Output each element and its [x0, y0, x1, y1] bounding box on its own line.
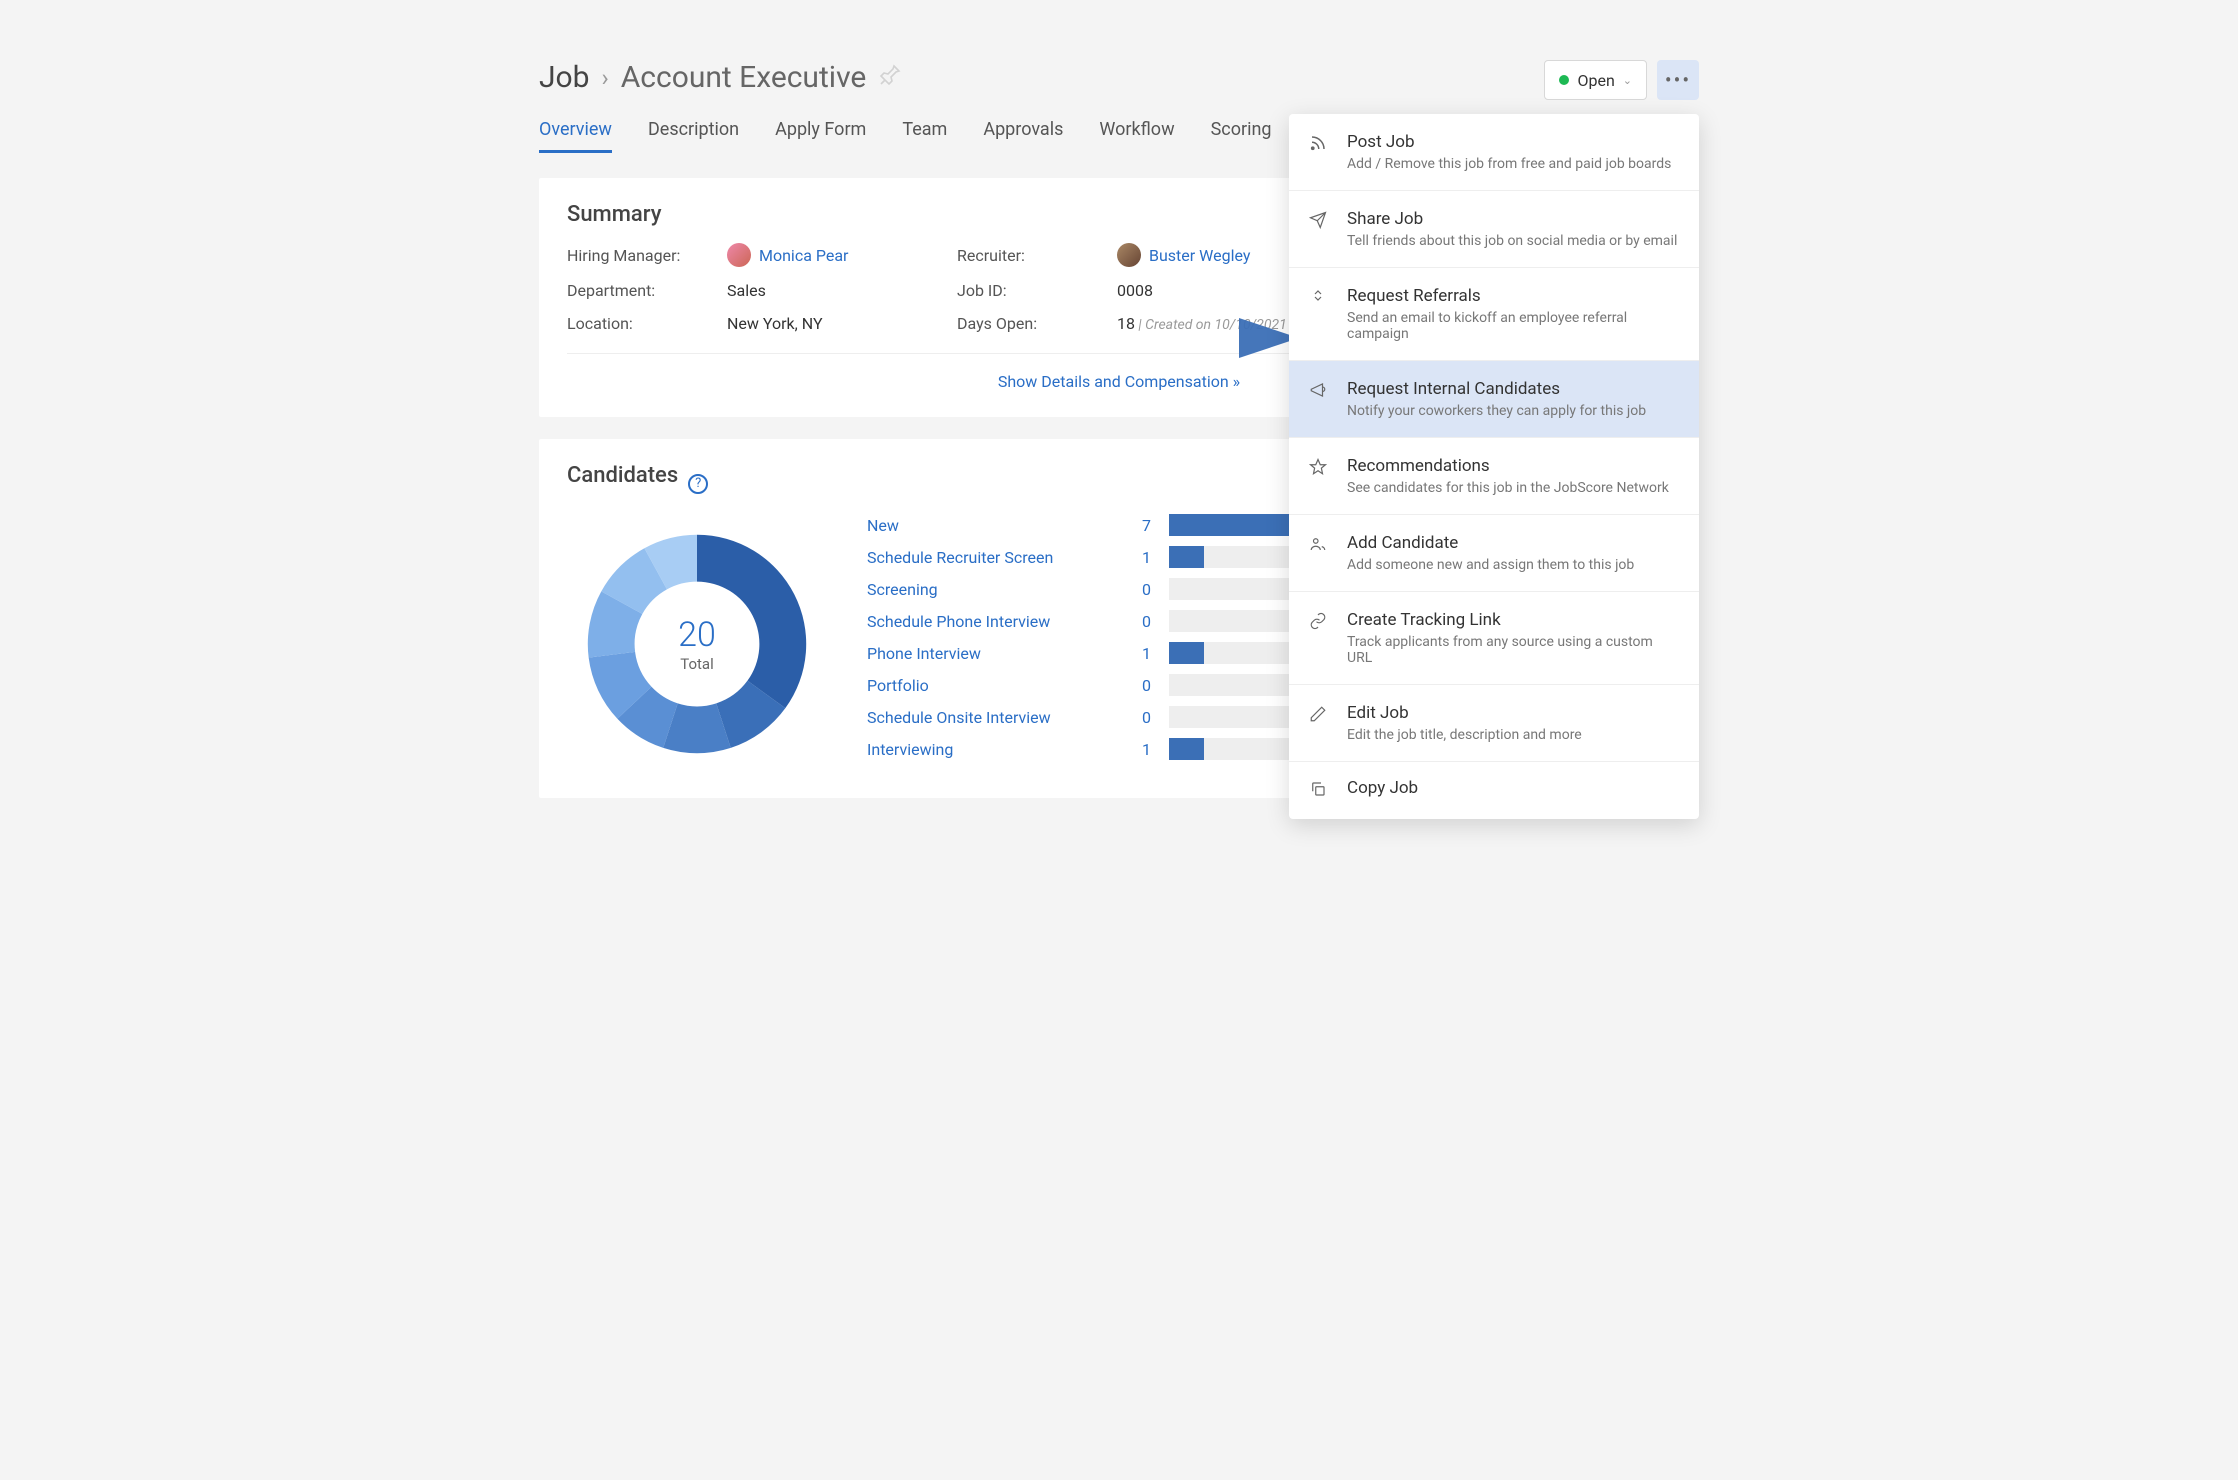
department-value: Sales [727, 281, 937, 300]
stage-count: 0 [1125, 708, 1151, 727]
status-dot-icon [1559, 75, 1569, 85]
link-icon [1309, 610, 1331, 666]
donut-total-label: Total [678, 655, 716, 673]
status-label: Open [1577, 71, 1614, 90]
menu-item-desc: Edit the job title, description and more [1347, 727, 1582, 743]
menu-item-desc: Add someone new and assign them to this … [1347, 557, 1634, 573]
menu-item-edit-job[interactable]: Edit Job Edit the job title, description … [1289, 685, 1699, 762]
stage-count: 7 [1125, 516, 1151, 535]
menu-item-desc: See candidates for this job in the JobSc… [1347, 480, 1669, 496]
tab-approvals[interactable]: Approvals [983, 113, 1063, 153]
megaphone-icon [1309, 379, 1331, 419]
menu-item-desc: Send an email to kickoff an employee ref… [1347, 310, 1679, 342]
breadcrumb: Job › Account Executive [539, 60, 1699, 95]
tab-apply-form[interactable]: Apply Form [775, 113, 866, 153]
stage-count: 1 [1125, 644, 1151, 663]
star-icon [1309, 456, 1331, 496]
menu-item-copy-job[interactable]: Copy Job [1289, 762, 1699, 819]
menu-item-recommendations[interactable]: Recommendations See candidates for this j… [1289, 438, 1699, 515]
menu-item-add-candidate[interactable]: Add Candidate Add someone new and assign … [1289, 515, 1699, 592]
breadcrumb-root[interactable]: Job [539, 60, 590, 95]
stage-label[interactable]: Phone Interview [867, 644, 1107, 663]
help-icon[interactable]: ? [688, 474, 708, 494]
more-actions-button[interactable]: ••• [1657, 60, 1699, 100]
donut-total-number: 20 [678, 615, 716, 655]
chevron-right-icon: › [602, 64, 609, 92]
stage-count: 1 [1125, 548, 1151, 567]
menu-item-title: Create Tracking Link [1347, 610, 1679, 630]
stage-label[interactable]: Interviewing [867, 740, 1107, 759]
pin-icon[interactable] [878, 63, 902, 93]
menu-item-desc: Notify your coworkers they can apply for… [1347, 403, 1646, 419]
stage-label[interactable]: Screening [867, 580, 1107, 599]
menu-item-title: Share Job [1347, 209, 1677, 229]
chevron-down-icon: ⌄ [1623, 74, 1632, 87]
breadcrumb-leaf: Account Executive [621, 60, 867, 95]
tab-description[interactable]: Description [648, 113, 739, 153]
stage-count: 0 [1125, 580, 1151, 599]
menu-item-title: Add Candidate [1347, 533, 1634, 553]
recruiter-label: Recruiter: [957, 246, 1097, 265]
paper-plane-icon [1309, 209, 1331, 249]
candidates-title: Candidates [567, 463, 678, 488]
menu-item-title: Copy Job [1347, 778, 1418, 798]
department-label: Department: [567, 281, 707, 300]
stage-label[interactable]: Schedule Onsite Interview [867, 708, 1107, 727]
menu-item-desc: Add / Remove this job from free and paid… [1347, 156, 1671, 172]
rss-icon [1309, 132, 1331, 172]
actions-menu: Post Job Add / Remove this job from free … [1289, 114, 1699, 819]
avatar-icon [727, 243, 751, 267]
tab-workflow[interactable]: Workflow [1099, 113, 1174, 153]
menu-item-title: Request Internal Candidates [1347, 379, 1646, 399]
candidates-donut-chart: 20 Total [567, 514, 827, 774]
stage-label[interactable]: Schedule Recruiter Screen [867, 548, 1107, 567]
stage-count: 0 [1125, 676, 1151, 695]
location-label: Location: [567, 314, 707, 333]
pencil-icon [1309, 703, 1331, 743]
menu-item-share-job[interactable]: Share Job Tell friends about this job on … [1289, 191, 1699, 268]
copy-icon [1309, 778, 1331, 803]
job-id-label: Job ID: [957, 281, 1097, 300]
handshake-icon [1309, 286, 1331, 342]
days-open-label: Days Open: [957, 314, 1097, 333]
tab-team[interactable]: Team [902, 113, 947, 153]
stage-label[interactable]: New [867, 516, 1107, 535]
menu-item-post-job[interactable]: Post Job Add / Remove this job from free … [1289, 114, 1699, 191]
show-details-link[interactable]: Show Details and Compensation » [998, 372, 1240, 391]
stage-count: 1 [1125, 740, 1151, 759]
menu-item-title: Edit Job [1347, 703, 1582, 723]
dots-icon: ••• [1665, 68, 1691, 92]
stage-label[interactable]: Portfolio [867, 676, 1107, 695]
menu-item-desc: Tell friends about this job on social me… [1347, 233, 1677, 249]
tab-overview[interactable]: Overview [539, 113, 612, 153]
menu-item-request-referrals[interactable]: Request Referrals Send an email to kickof… [1289, 268, 1699, 361]
menu-item-desc: Track applicants from any source using a… [1347, 634, 1679, 666]
menu-item-title: Request Referrals [1347, 286, 1679, 306]
menu-item-request-internal-candidates[interactable]: Request Internal Candidates Notify your c… [1289, 361, 1699, 438]
tab-scoring[interactable]: Scoring [1211, 113, 1272, 153]
status-dropdown[interactable]: Open ⌄ [1544, 60, 1647, 100]
location-value: New York, NY [727, 314, 937, 333]
menu-item-title: Recommendations [1347, 456, 1669, 476]
menu-item-create-tracking-link[interactable]: Create Tracking Link Track applicants fro… [1289, 592, 1699, 685]
stage-label[interactable]: Schedule Phone Interview [867, 612, 1107, 631]
menu-item-title: Post Job [1347, 132, 1671, 152]
avatar-icon [1117, 243, 1141, 267]
stage-count: 0 [1125, 612, 1151, 631]
hiring-manager-label: Hiring Manager: [567, 246, 707, 265]
hiring-manager-value[interactable]: Monica Pear [727, 243, 937, 267]
people-icon [1309, 533, 1331, 573]
